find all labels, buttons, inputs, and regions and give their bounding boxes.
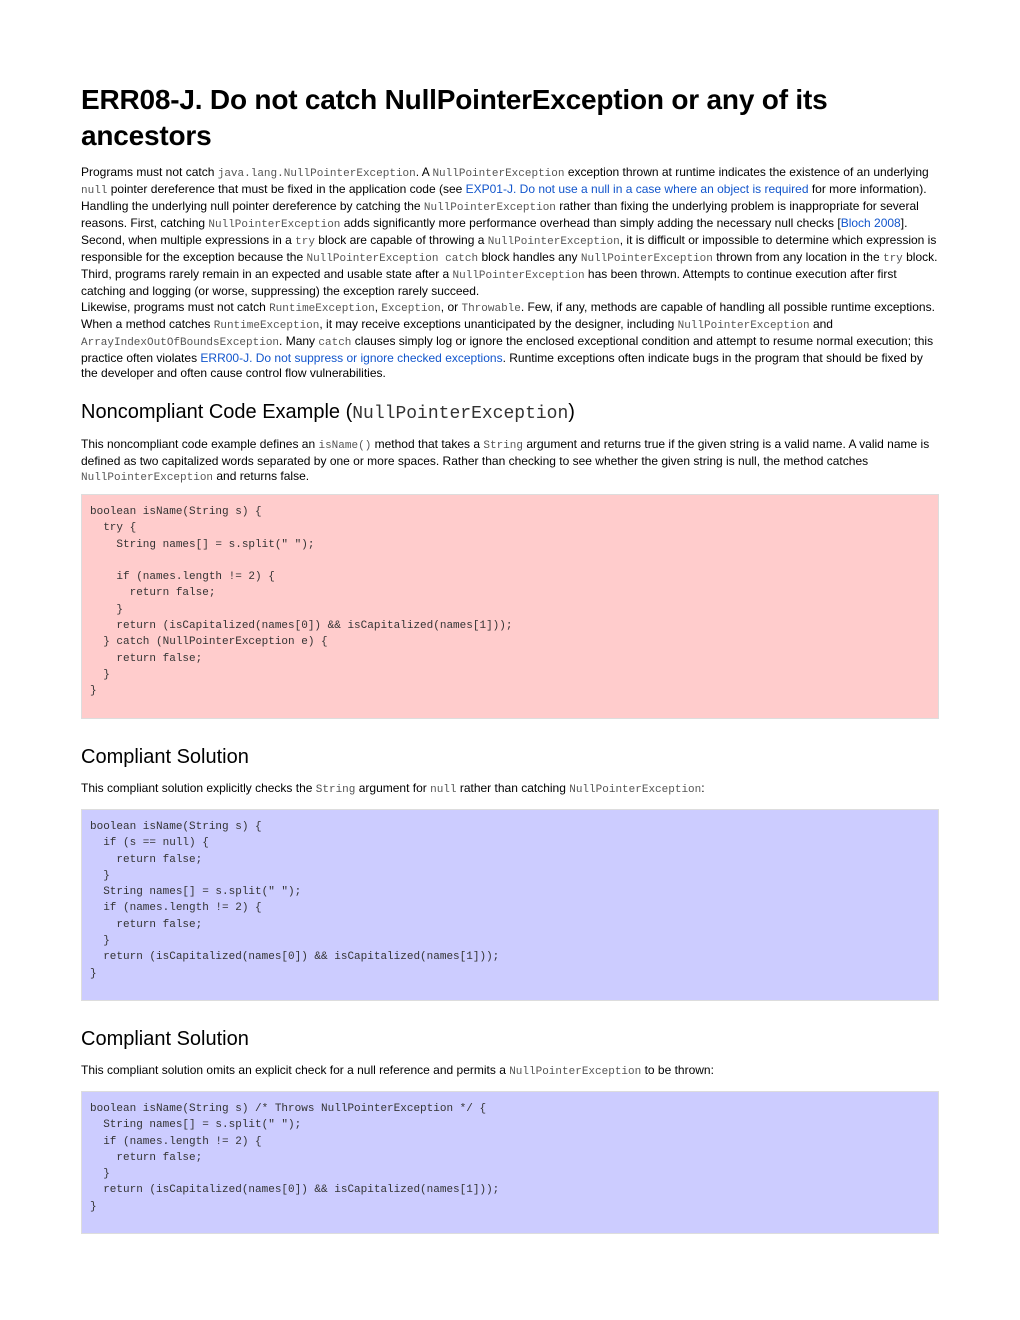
inline-code: RuntimeException [213,320,320,332]
compliant-solution-1-heading: Compliant Solution [81,746,249,768]
compliant-solution-1-code: boolean isName(String s) { if (s == null… [90,821,500,980]
inline-code: null [430,784,457,796]
inline-code: null [81,185,108,197]
compliant-solution-1-description: This compliant solution explicitly check… [81,781,939,798]
inline-code: try [295,236,315,248]
compliant-solution-1-code-block: boolean isName(String s) { if (s == null… [81,809,939,1001]
inline-code: try [882,253,903,265]
inline-code: NullPointerException [509,1066,642,1078]
text-run: block handles any [478,250,581,264]
inline-code: NullPointerException catch [306,253,479,265]
text-run: This compliant solution omits an explici… [81,1063,510,1077]
text-run: block are capable of throwing a [314,233,488,247]
inline-code: NullPointerException [580,253,713,265]
text-run: Programs must not catch [81,165,218,179]
reference-link[interactable]: EXP01-J. Do not use a null in a case whe… [466,182,809,196]
text-run: argument for [355,781,431,795]
inline-code: Exception [381,303,441,315]
inline-code: NullPointerException [423,202,556,214]
text-run: and [809,317,833,331]
inline-code: ArrayIndexOutOfBoundsException [81,337,280,349]
inline-code: String [315,784,356,796]
noncompliant-heading-code: NullPointerException [352,404,569,424]
inline-code: isName() [318,440,372,452]
inline-code: NullPointerException [569,784,702,796]
compliant-solution-2-code: boolean isName(String s) /* Throws NullP… [90,1103,500,1213]
text-run: This noncompliant code example defines a… [81,437,319,451]
text-run: : [701,781,705,795]
text-run: , it may receive exceptions unanticipate… [319,317,678,331]
inline-code: Throwable [461,303,521,315]
inline-code: catch [318,337,352,349]
text-run: thrown from any location in the [712,250,883,264]
noncompliant-description: This noncompliant code example defines a… [81,437,939,486]
text-run: and returns false. [213,469,310,483]
intro-paragraph-1: Programs must not catch java.lang.NullPo… [81,165,939,299]
inline-code: NullPointerException [208,219,341,231]
inline-code: NullPointerException [452,270,585,282]
reference-link[interactable]: ERR00-J. Do not suppress or ignore check… [200,351,502,365]
text-run: adds significantly more performance over… [340,216,841,230]
inline-code: NullPointerException [677,320,810,332]
compliant-solution-2-code-block: boolean isName(String s) /* Throws NullP… [81,1091,939,1234]
noncompliant-heading-close: ) [568,401,575,423]
text-run: rather than catching [456,781,570,795]
noncompliant-code-block: boolean isName(String s) { try { String … [81,494,939,719]
inline-code: NullPointerException [432,168,565,180]
text-run: method that takes a [371,437,484,451]
text-run: pointer dereference that must be fixed i… [107,182,466,196]
text-run: . A [415,165,433,179]
reference-link[interactable]: Bloch 2008 [841,216,901,230]
text-run: to be thrown: [641,1063,714,1077]
compliant-solution-2-description: This compliant solution omits an explici… [81,1063,939,1080]
inline-code: java.lang.NullPointerException [217,168,416,180]
text-run: exception thrown at runtime indicates th… [564,165,929,179]
noncompliant-heading-text: Noncompliant Code Example ( [81,401,353,423]
inline-code: NullPointerException [81,472,214,484]
inline-code: NullPointerException [487,236,620,248]
inline-code: String [483,440,523,452]
text-run: Likewise, programs must not catch [81,300,270,314]
noncompliant-code: boolean isName(String s) { try { String … [90,506,513,698]
inline-code: RuntimeException [269,303,375,315]
page-title: ERR08-J. Do not catch NullPointerExcepti… [81,84,828,151]
intro-paragraph-2: Likewise, programs must not catch Runtim… [81,300,939,381]
noncompliant-heading: Noncompliant Code Example (NullPointerEx… [81,400,575,426]
text-run: . Many [279,334,319,348]
compliant-solution-2-heading: Compliant Solution [81,1028,249,1050]
text-run: , or [440,300,462,314]
text-run: This compliant solution explicitly check… [81,781,316,795]
